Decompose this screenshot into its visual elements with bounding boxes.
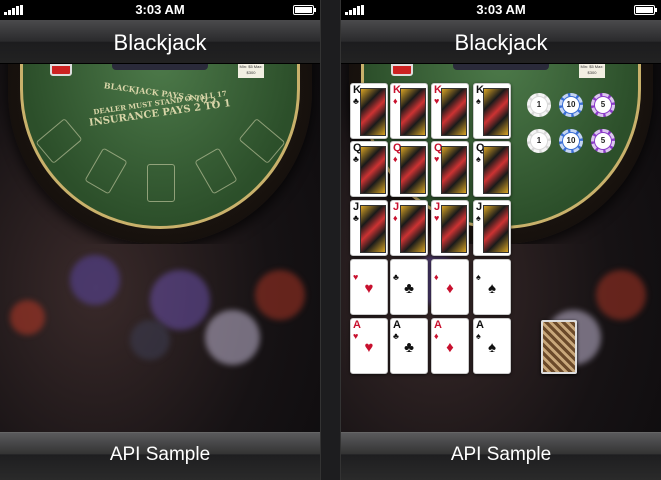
card-rank: A	[353, 319, 361, 331]
playing-card[interactable]: Q ♣	[350, 141, 388, 197]
card-suit-icon: ♥	[434, 154, 440, 164]
card-pip-icon: ♣	[404, 280, 414, 297]
battery-icon	[293, 5, 316, 15]
playing-card[interactable]: ♣ ♣	[390, 259, 428, 315]
chip-value: 5	[595, 133, 611, 149]
chip-1[interactable]: 1	[527, 93, 551, 117]
bottom-toolbar[interactable]: API Sample	[341, 432, 661, 480]
playing-card[interactable]: A ♣ ♣	[390, 318, 428, 374]
battery-icon	[634, 5, 657, 15]
card-back[interactable]	[541, 320, 577, 374]
table-limits-sign: Min: $5 Max: $300	[579, 64, 605, 78]
face-card-art	[441, 146, 467, 194]
card-rank: J	[393, 201, 400, 213]
right-screen: 3:03 AM Blackjack Min: $5 Max: $300 1 10…	[341, 0, 661, 480]
card-pip-icon: ♥	[364, 280, 374, 297]
left-screen: 3:03 AM Blackjack Min: $5 Max: $300 BLAC…	[0, 0, 320, 480]
playing-card[interactable]: A ♥ ♥	[350, 318, 388, 374]
blackjack-table: Min: $5 Max: $300 BLACKJACK PAYS 3 TO 2 …	[0, 64, 320, 244]
card-rank: A	[393, 319, 401, 331]
playing-card[interactable]: Q ♦	[390, 141, 428, 197]
face-card-art	[483, 88, 509, 136]
card-rank: A	[476, 319, 484, 331]
playing-card[interactable]: J ♠	[473, 200, 511, 256]
card-pip-icon: ♠	[488, 280, 496, 297]
card-suit-icon: ♦	[393, 154, 398, 164]
face-card-art	[400, 146, 426, 194]
chip-5[interactable]: 5	[591, 93, 615, 117]
status-time: 3:03 AM	[476, 2, 526, 17]
card-suit-icon: ♣	[353, 96, 359, 106]
card-suit-icon: ♥	[434, 96, 440, 106]
card-pip-icon: ♣	[404, 339, 414, 356]
face-card-art	[483, 205, 509, 253]
api-sample-label[interactable]: API Sample	[451, 444, 551, 465]
card-rank: J	[476, 201, 483, 213]
playing-card[interactable]: K ♥	[431, 83, 469, 139]
status-bar: 3:03 AM	[0, 0, 320, 20]
card-suit-icon: ♦	[393, 96, 398, 106]
screen-divider	[320, 0, 341, 480]
card-pip-icon: ♦	[446, 339, 454, 356]
face-card-art	[360, 146, 386, 194]
nav-title: Blackjack	[0, 20, 320, 64]
playing-card[interactable]: ♠ ♠	[473, 259, 511, 315]
playing-card[interactable]: ♦ ♦	[431, 259, 469, 315]
playing-card[interactable]: J ♣	[350, 200, 388, 256]
playing-card[interactable]: K ♣	[350, 83, 388, 139]
card-rank: J	[353, 201, 360, 213]
card-rank: J	[434, 201, 441, 213]
card-suit-icon: ♠	[476, 213, 481, 223]
card-suit-icon: ♣	[353, 213, 359, 223]
face-card-art	[400, 205, 426, 253]
chip-tray	[112, 64, 208, 70]
api-sample-label[interactable]: API Sample	[110, 444, 210, 465]
chip-value: 1	[531, 133, 547, 149]
chip-10[interactable]: 10	[559, 93, 583, 117]
playing-card[interactable]: Q ♥	[431, 141, 469, 197]
face-card-art	[400, 88, 426, 136]
chip-5[interactable]: 5	[591, 129, 615, 153]
playing-card[interactable]: K ♠	[473, 83, 511, 139]
table-limits-sign: Min: $5 Max: $300	[238, 64, 264, 78]
bet-spot[interactable]	[147, 164, 175, 202]
face-card-art	[441, 205, 467, 253]
card-pip-icon: ♠	[488, 339, 496, 356]
chip-value: 5	[595, 97, 611, 113]
nav-title: Blackjack	[341, 20, 661, 64]
card-suit-icon: ♦	[393, 213, 398, 223]
chip-tray	[453, 64, 549, 70]
bottom-toolbar[interactable]: API Sample	[0, 432, 320, 480]
status-time: 3:03 AM	[135, 2, 185, 17]
playing-card[interactable]: ♥ ♥	[350, 259, 388, 315]
card-suit-icon: ♣	[353, 154, 359, 164]
card-suit-icon: ♥	[434, 213, 440, 223]
chip-1[interactable]: 1	[527, 129, 551, 153]
face-card-art	[441, 88, 467, 136]
card-suit-icon: ♠	[476, 96, 481, 106]
chip-10[interactable]: 10	[559, 129, 583, 153]
chip-value: 10	[563, 97, 579, 113]
face-card-art	[483, 146, 509, 194]
card-shoe	[391, 64, 413, 76]
card-rank: A	[434, 319, 442, 331]
playing-card[interactable]: A ♠ ♠	[473, 318, 511, 374]
playing-card[interactable]: J ♦	[390, 200, 428, 256]
card-suit-icon: ♠	[476, 154, 481, 164]
chip-value: 1	[531, 97, 547, 113]
card-pip-icon: ♥	[364, 339, 374, 356]
playing-card[interactable]: J ♥	[431, 200, 469, 256]
face-card-art	[360, 205, 386, 253]
playing-card[interactable]: A ♦ ♦	[431, 318, 469, 374]
face-card-art	[360, 88, 386, 136]
playing-card[interactable]: K ♦	[390, 83, 428, 139]
chip-value: 10	[563, 133, 579, 149]
playing-card[interactable]: Q ♠	[473, 141, 511, 197]
card-pip-icon: ♦	[446, 280, 454, 297]
status-bar: 3:03 AM	[341, 0, 661, 20]
